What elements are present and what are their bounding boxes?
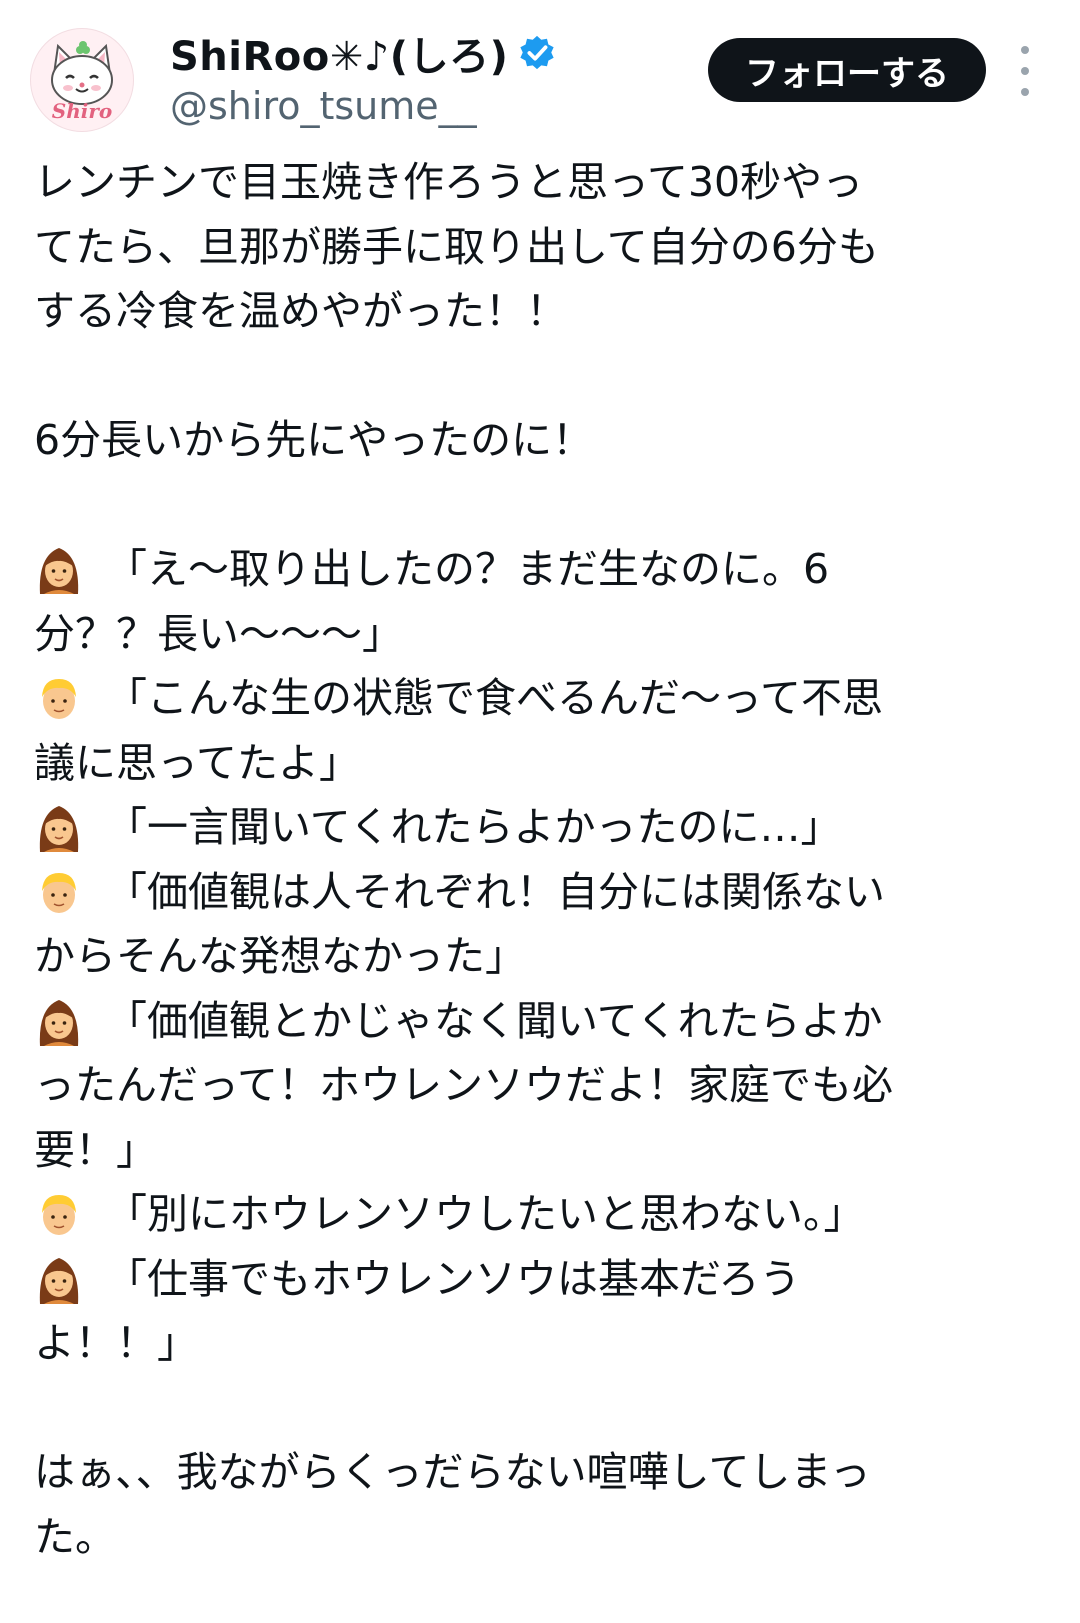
tweet-line: よ！！」: [34, 1311, 1054, 1376]
tweet-line-text: 6分長いから先にやったのに！: [34, 416, 594, 464]
tweet-line: からそんな発想なかった」: [34, 924, 1054, 989]
tweet-line: 「仕事でもホウレンソウは基本だろう: [34, 1247, 1054, 1312]
tweet-line: 「え〜取り出したの？まだ生なのに。6: [34, 537, 1054, 602]
tweet-line-text: する冷食を温めやがった！！: [34, 287, 567, 335]
tweet-line: 「価値観は人それぞれ！自分には関係ない: [34, 860, 1054, 925]
man-emoji-icon: [34, 865, 84, 919]
tweet-line: レンチンで目玉焼き作ろうと思って30秒やっ: [34, 150, 1054, 215]
tweet-line-text: よ！！」: [34, 1319, 198, 1367]
more-options-icon[interactable]: [1010, 46, 1040, 96]
avatar[interactable]: Shiro: [30, 28, 134, 132]
tweet-line-text: てたら、旦那が勝手に取り出して自分の6分も: [34, 222, 879, 271]
tweet-line: 議に思ってたよ」: [34, 731, 1054, 796]
tweet-line-text: ったんだって！ホウレンソウだよ！家庭でも必: [34, 1061, 893, 1109]
woman-emoji-icon: [34, 800, 84, 854]
tweet-line: はぁ、、我ながらくっだらない喧嘩してしまっ: [34, 1440, 1054, 1505]
tweet-line-text: 「こんな生の状態で食べるんだ〜って不思: [106, 674, 883, 722]
tweet-line: た。: [34, 1505, 1054, 1570]
tweet-line-text: はぁ、、我ながらくっだらない喧嘩してしまっ: [34, 1448, 871, 1496]
cat-avatar-icon: Shiro: [51, 41, 113, 123]
tweet-line: ったんだって！ホウレンソウだよ！家庭でも必: [34, 1053, 1054, 1118]
tweet-line: 6分長いから先にやったのに！: [34, 408, 1054, 473]
author-block[interactable]: ShiRoo✳♪(しろ) @shiro_tsume__: [170, 28, 556, 128]
tweet-line-text: 「仕事でもホウレンソウは基本だろう: [106, 1254, 801, 1303]
tweet-line-text: た。: [34, 1512, 116, 1561]
woman-emoji-icon: [34, 994, 84, 1048]
user-handle[interactable]: @shiro_tsume__: [170, 84, 556, 128]
tweet-line-text: 要！」: [34, 1125, 157, 1174]
tweet-line-text: 「価値観は人それぞれ！自分には関係ない: [106, 867, 885, 916]
avatar-label: Shiro: [52, 99, 112, 123]
tweet-line-text: 「価値観とかじゃなく聞いてくれたらよか: [106, 996, 883, 1045]
tweet-line: 「別にホウレンソウしたいと思わない。」: [34, 1182, 1054, 1247]
tweet-line-text: 「別にホウレンソウしたいと思わない。」: [106, 1190, 865, 1238]
tweet-line-text: レンチンで目玉焼き作ろうと思って30秒やっ: [34, 158, 864, 206]
verified-badge-icon: [520, 35, 554, 70]
tweet-line-text: 議に思ってたよ」: [34, 738, 360, 787]
tweet-line: てたら、旦那が勝手に取り出して自分の6分も: [34, 215, 1054, 280]
tweet-line: 「一言聞いてくれたらよかったのに…」: [34, 795, 1054, 860]
man-emoji-icon: [34, 1187, 84, 1241]
woman-emoji-icon: [34, 542, 84, 596]
tweet-text: レンチンで目玉焼き作ろうと思って30秒やっ てたら、旦那が勝手に取り出して自分の6…: [34, 150, 1054, 1569]
tweet-line: する冷食を温めやがった！！: [34, 279, 1054, 344]
tweet-line-text: 「え〜取り出したの？まだ生なのに。6: [106, 545, 830, 593]
tweet-line-text: 「一言聞いてくれたらよかったのに…」: [106, 803, 842, 851]
follow-button[interactable]: フォローする: [708, 38, 986, 102]
man-emoji-icon: [34, 671, 84, 725]
tweet-line: 「価値観とかじゃなく聞いてくれたらよか: [34, 989, 1054, 1054]
woman-emoji-icon: [34, 1252, 84, 1306]
tweet-line-text: からそんな発想なかった」: [34, 932, 526, 980]
tweet-line: 「こんな生の状態で食べるんだ〜って不思: [34, 666, 1054, 731]
tweet-header: Shiro ShiRoo✳♪(しろ) @shiro_tsume__ フォローする: [0, 0, 1080, 140]
display-name[interactable]: ShiRoo✳♪(しろ): [170, 24, 508, 82]
tweet-line: 分？？長い〜〜〜」: [34, 602, 1054, 667]
tweet-line-text: 分？？長い〜〜〜」: [34, 609, 403, 658]
tweet-line: 要！」: [34, 1118, 1054, 1183]
